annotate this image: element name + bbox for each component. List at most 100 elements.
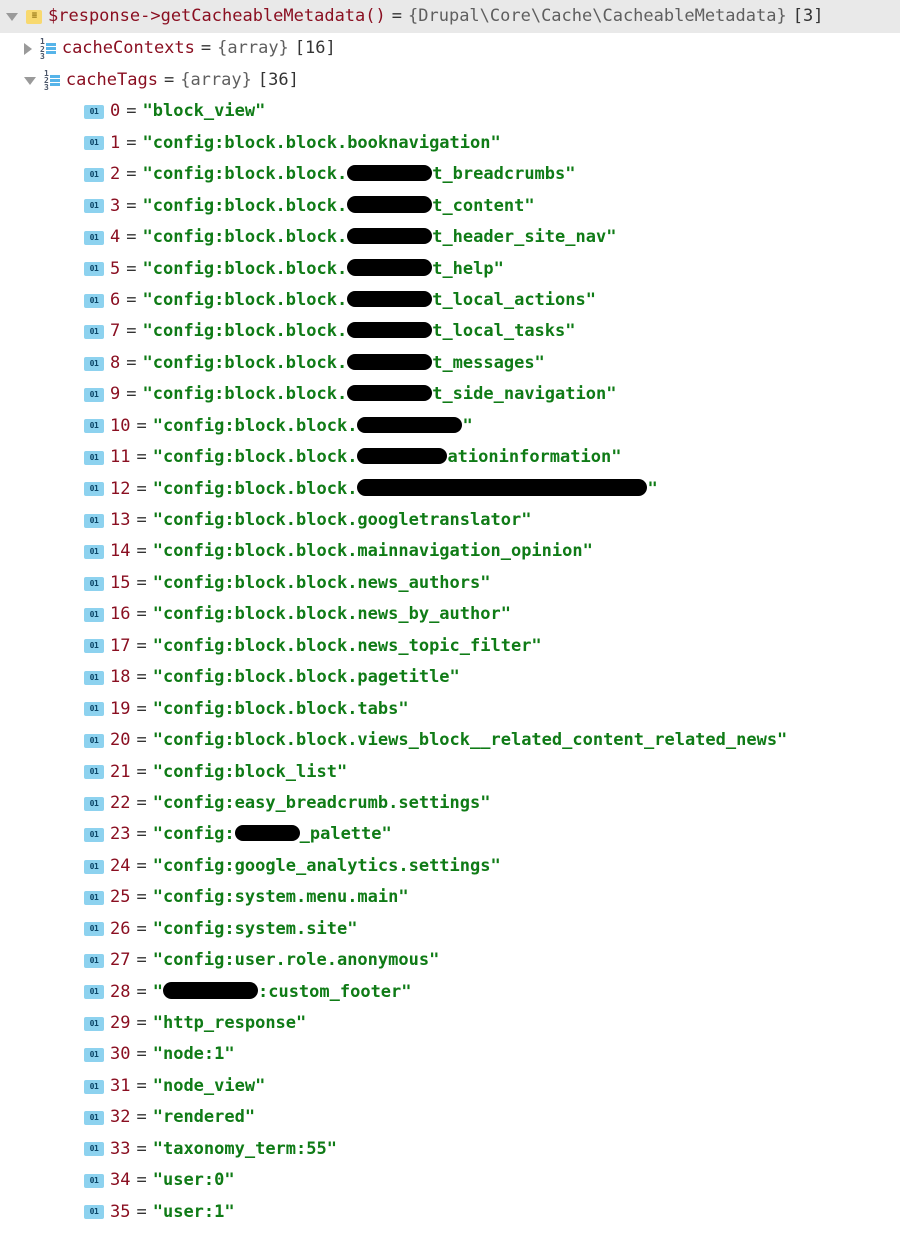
tree-row-item[interactable]: 017="config:block.block.t_local_tasks" <box>0 316 900 347</box>
tree-row-item[interactable]: 019="config:block.block.t_side_navigatio… <box>0 379 900 410</box>
equals-sign: = <box>126 348 136 379</box>
tree-row-item[interactable]: 015="config:block.block.t_help" <box>0 254 900 285</box>
root-count: [3] <box>793 1 824 32</box>
chevron-down-icon[interactable] <box>24 77 36 85</box>
redacted-text <box>347 291 432 307</box>
tree-row-item[interactable]: 0114="config:block.block.mainnavigation_… <box>0 536 900 567</box>
equals-sign: = <box>136 882 146 913</box>
string-icon: 01 <box>84 419 104 433</box>
tree-row-item[interactable]: 0135="user:1" <box>0 1197 900 1228</box>
tree-row-item[interactable]: 0120="config:block.block.views_block__re… <box>0 725 900 756</box>
string-icon: 01 <box>84 1111 104 1125</box>
tree-row-item[interactable]: 0125="config:system.menu.main" <box>0 882 900 913</box>
tree-row-item[interactable]: 016="config:block.block.t_local_actions" <box>0 285 900 316</box>
string-icon: 01 <box>84 1080 104 1094</box>
redacted-text <box>357 448 447 464</box>
tree-row-item[interactable]: 0131="node_view" <box>0 1071 900 1102</box>
item-index: 34 <box>110 1165 130 1196</box>
equals-sign: = <box>136 631 146 662</box>
tree-row-item[interactable]: 0126="config:system.site" <box>0 914 900 945</box>
item-index: 24 <box>110 851 130 882</box>
tree-row-item[interactable]: 0111="config:block.block.ationinformatio… <box>0 442 900 473</box>
equals-sign: = <box>136 945 146 976</box>
item-value: "config:block.block.t_messages" <box>143 348 545 379</box>
tree-row-item[interactable]: 0121="config:block_list" <box>0 757 900 788</box>
string-icon: 01 <box>84 1205 104 1219</box>
tree-row-item[interactable]: 014="config:block.block.t_header_site_na… <box>0 222 900 253</box>
item-index: 15 <box>110 568 130 599</box>
chevron-right-icon[interactable] <box>24 43 32 55</box>
equals-sign: = <box>164 65 174 96</box>
tree-row-item[interactable]: 0132="rendered" <box>0 1102 900 1133</box>
item-value: "config:block.block.booknavigation" <box>143 128 501 159</box>
redacted-text <box>357 479 647 495</box>
string-icon: 01 <box>84 1017 104 1031</box>
tree-row-item[interactable]: 012="config:block.block.t_breadcrumbs" <box>0 159 900 190</box>
item-value: "config:block.block.t_help" <box>143 254 504 285</box>
tree-row-root[interactable]: ≡ $response->getCacheableMetadata() = {D… <box>0 0 900 33</box>
item-index: 29 <box>110 1008 130 1039</box>
tree-row-item[interactable]: 018="config:block.block.t_messages" <box>0 348 900 379</box>
tree-row-item[interactable]: 0123="config:_palette" <box>0 819 900 850</box>
item-index: 2 <box>110 159 120 190</box>
tree-row-item[interactable]: 0117="config:block.block.news_topic_filt… <box>0 631 900 662</box>
tree-row-item[interactable]: 0128=":custom_footer" <box>0 977 900 1008</box>
item-value: "node:1" <box>153 1039 235 1070</box>
item-value: "config:block.block.mainnavigation_opini… <box>153 536 593 567</box>
item-index: 27 <box>110 945 130 976</box>
string-icon: 01 <box>84 136 104 150</box>
item-value: "node_view" <box>153 1071 266 1102</box>
equals-sign: = <box>136 1039 146 1070</box>
tree-row-item[interactable]: 0113="config:block.block.googletranslato… <box>0 505 900 536</box>
string-icon: 01 <box>84 734 104 748</box>
equals-sign: = <box>392 1 402 32</box>
root-type: {Drupal\Core\Cache\CacheableMetadata} <box>408 1 787 32</box>
item-value: "config:block.block.t_side_navigation" <box>143 379 617 410</box>
tree-row-item[interactable]: 0130="node:1" <box>0 1039 900 1070</box>
tree-row-item[interactable]: 0134="user:0" <box>0 1165 900 1196</box>
tree-row-item[interactable]: 0127="config:user.role.anonymous" <box>0 945 900 976</box>
tree-row-item[interactable]: 0118="config:block.block.pagetitle" <box>0 662 900 693</box>
tree-row-item[interactable]: 0122="config:easy_breadcrumb.settings" <box>0 788 900 819</box>
equals-sign: = <box>136 599 146 630</box>
equals-sign: = <box>136 977 146 1008</box>
string-icon: 01 <box>84 1174 104 1188</box>
item-value: "config:block.block.tabs" <box>153 694 409 725</box>
item-index: 16 <box>110 599 130 630</box>
root-expression: $response->getCacheableMetadata() <box>48 1 386 32</box>
property-type: {array} <box>217 33 289 64</box>
tree-row-item[interactable]: 0116="config:block.block.news_by_author" <box>0 599 900 630</box>
tree-row-item[interactable]: 013="config:block.block.t_content" <box>0 191 900 222</box>
item-value: "rendered" <box>153 1102 255 1133</box>
item-value: "config:block.block.ationinformation" <box>153 442 622 473</box>
item-index: 5 <box>110 254 120 285</box>
item-index: 9 <box>110 379 120 410</box>
tree-row-item[interactable]: 010="block_view" <box>0 96 900 127</box>
chevron-down-icon[interactable] <box>6 13 18 21</box>
tree-row-item[interactable]: 0129="http_response" <box>0 1008 900 1039</box>
tree-row-item[interactable]: 0115="config:block.block.news_authors" <box>0 568 900 599</box>
item-value: "config:block.block.news_topic_filter" <box>153 631 542 662</box>
item-index: 23 <box>110 819 130 850</box>
redacted-text <box>347 354 432 370</box>
tree-row-item[interactable]: 0133="taxonomy_term:55" <box>0 1134 900 1165</box>
tree-row-item[interactable]: 0110="config:block.block." <box>0 411 900 442</box>
property-name: cacheTags <box>66 65 158 96</box>
item-value: "config:system.menu.main" <box>153 882 409 913</box>
item-value: "config:block.block.t_content" <box>143 191 535 222</box>
tree-row-cache-contexts[interactable]: 123 cacheContexts = {array} [16] <box>0 33 900 64</box>
string-icon: 01 <box>84 451 104 465</box>
item-value: "user:0" <box>153 1165 235 1196</box>
string-icon: 01 <box>84 828 104 842</box>
string-icon: 01 <box>84 388 104 402</box>
array-icon: 123 <box>40 38 56 60</box>
tree-row-item[interactable]: 0119="config:block.block.tabs" <box>0 694 900 725</box>
tree-row-item[interactable]: 011="config:block.block.booknavigation" <box>0 128 900 159</box>
equals-sign: = <box>136 568 146 599</box>
tree-row-item[interactable]: 0112="config:block.block." <box>0 474 900 505</box>
tree-row-cache-tags[interactable]: 123 cacheTags = {array} [36] <box>0 65 900 96</box>
tree-row-item[interactable]: 0124="config:google_analytics.settings" <box>0 851 900 882</box>
equals-sign: = <box>136 819 146 850</box>
item-index: 11 <box>110 442 130 473</box>
item-index: 26 <box>110 914 130 945</box>
